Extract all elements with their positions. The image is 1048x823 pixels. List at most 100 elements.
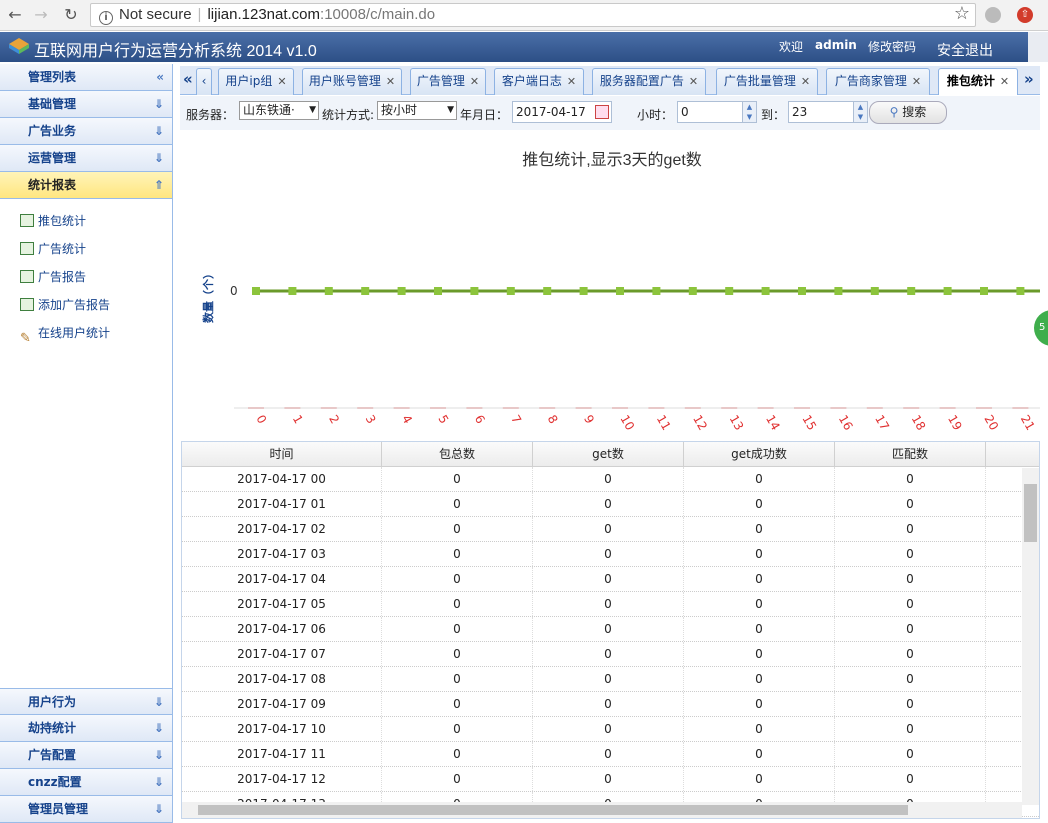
data-point[interactable] (652, 287, 661, 295)
tab-ad-merchant[interactable]: 广告商家管理 ✕ (826, 68, 930, 95)
spinner-arrows-icon[interactable]: ▲ ▼ (742, 102, 756, 122)
data-point[interactable] (470, 287, 479, 295)
sidebar-section-reports[interactable]: 统计报表 ⇑ (0, 172, 172, 199)
back-arrow-icon[interactable]: ← (4, 4, 26, 26)
data-point[interactable] (980, 287, 988, 295)
column-header[interactable]: 包总数 (382, 442, 533, 466)
sidebar: 管理列表 « 基础管理 ⇓ 广告业务 ⇓ 运营管理 ⇓ 统计报表 ⇑ 推包统计 广告统计 … (0, 64, 173, 823)
tab-scroll-right-icon[interactable]: » (1024, 70, 1034, 88)
data-point[interactable] (1016, 287, 1025, 295)
tab-ad-batch[interactable]: 广告批量管理 ✕ (716, 68, 818, 95)
sidebar-section-ad-config[interactable]: 广告配置 ⇓ (0, 742, 172, 769)
sidebar-section-basic[interactable]: 基础管理 ⇓ (0, 91, 172, 118)
close-icon[interactable]: ✕ (470, 75, 479, 88)
tab-truncated[interactable]: ‹ (196, 68, 212, 95)
data-point[interactable] (252, 287, 260, 295)
data-point[interactable] (324, 287, 333, 295)
vertical-scroll-thumb[interactable] (1024, 484, 1037, 542)
data-point[interactable] (943, 287, 952, 295)
tab-client-log[interactable]: 客户端日志 ✕ (494, 68, 584, 95)
table-row[interactable]: 2017-04-17 04 0 0 0 0 (182, 567, 1039, 592)
extension-icon[interactable] (985, 7, 1001, 23)
table-row[interactable]: 2017-04-17 12 0 0 0 0 (182, 767, 1039, 792)
bookmark-star-icon[interactable]: ☆ (954, 3, 970, 24)
forward-arrow-icon[interactable]: → (30, 4, 52, 26)
change-password-link[interactable]: 修改密码 (868, 38, 916, 55)
sidebar-section-cnzz-config[interactable]: cnzz配置 ⇓ (0, 769, 172, 796)
data-point[interactable] (361, 287, 370, 295)
sidebar-section-admin[interactable]: 管理员管理 ⇓ (0, 796, 172, 823)
table-row[interactable]: 2017-04-17 05 0 0 0 0 (182, 592, 1039, 617)
address-bar[interactable]: i Not secure | lijian.123nat.com:10008/c/ma… (90, 3, 976, 27)
table-row[interactable]: 2017-04-17 06 0 0 0 0 (182, 617, 1039, 642)
vertical-scrollbar[interactable] (1022, 468, 1039, 805)
method-select[interactable]: 按小时 ▼ (377, 101, 457, 120)
extension-upload-icon[interactable]: ⇧ (1017, 7, 1033, 23)
close-icon[interactable]: ✕ (567, 75, 576, 88)
sidebar-item-add-ad-report[interactable]: 添加广告报告 (0, 291, 172, 319)
data-point[interactable] (616, 287, 624, 295)
sidebar-item-ad-report[interactable]: 广告报告 (0, 263, 172, 291)
table-row[interactable]: 2017-04-17 03 0 0 0 0 (182, 542, 1039, 567)
tab-server-ad-config[interactable]: 服务器配置广告 ✕ (592, 68, 706, 95)
reload-icon[interactable]: ↻ (60, 4, 82, 26)
data-point[interactable] (288, 287, 297, 295)
sidebar-section-user-behavior[interactable]: 用户行为 ⇓ (0, 688, 172, 715)
horizontal-scroll-thumb[interactable] (198, 805, 908, 815)
table-row[interactable]: 2017-04-17 01 0 0 0 0 (182, 492, 1039, 517)
close-icon[interactable]: ✕ (912, 75, 921, 88)
table-row[interactable]: 2017-04-17 00 0 0 0 0 (182, 467, 1039, 492)
data-point[interactable] (870, 287, 879, 295)
data-point[interactable] (688, 287, 697, 295)
tab-user-ip-group[interactable]: 用户ip组 ✕ (218, 68, 294, 95)
table-row[interactable]: 2017-04-17 09 0 0 0 0 (182, 692, 1039, 717)
sidebar-section-operations[interactable]: 运营管理 ⇓ (0, 145, 172, 172)
table-row[interactable]: 2017-04-17 10 0 0 0 0 (182, 717, 1039, 742)
sidebar-item-ad-stats[interactable]: 广告统计 (0, 235, 172, 263)
table-cell: 2017-04-17 04 (182, 567, 382, 591)
close-icon[interactable]: ✕ (801, 75, 810, 88)
server-select[interactable]: 山东铁通· ▼ (239, 101, 319, 120)
hour-to-spinner[interactable]: 23 ▲ ▼ (788, 101, 868, 123)
data-point[interactable] (907, 287, 916, 295)
close-icon[interactable]: ✕ (689, 75, 698, 88)
data-point[interactable] (543, 287, 552, 295)
info-icon[interactable]: i (99, 11, 113, 25)
double-chevron-left-icon[interactable]: « (156, 64, 164, 90)
data-point[interactable] (579, 287, 588, 295)
table-row[interactable]: 2017-04-17 11 0 0 0 0 (182, 742, 1039, 767)
horizontal-scrollbar[interactable] (182, 802, 1022, 818)
data-point[interactable] (761, 287, 770, 295)
hour-from-spinner[interactable]: 0 ▲ ▼ (677, 101, 757, 123)
sidebar-item-push-stats[interactable]: 推包统计 (0, 207, 172, 235)
calendar-icon[interactable] (595, 105, 609, 119)
search-button[interactable]: ⚲ 搜索 (869, 101, 947, 124)
column-header[interactable]: 时间 (182, 442, 382, 466)
table-row[interactable]: 2017-04-17 07 0 0 0 0 (182, 642, 1039, 667)
column-header[interactable]: get成功数 (684, 442, 835, 466)
table-row[interactable]: 2017-04-17 08 0 0 0 0 (182, 667, 1039, 692)
tab-push-stats[interactable]: 推包统计 ✕ (938, 68, 1018, 95)
close-icon[interactable]: ✕ (1000, 75, 1009, 88)
tab-ad-management[interactable]: 广告管理 ✕ (410, 68, 486, 95)
tab-scroll-left-icon[interactable]: « (183, 70, 193, 88)
data-point[interactable] (725, 287, 734, 295)
column-header[interactable]: 匹配数 (835, 442, 986, 466)
data-point[interactable] (397, 287, 406, 295)
table-row[interactable]: 2017-04-17 02 0 0 0 0 (182, 517, 1039, 542)
data-point[interactable] (434, 287, 442, 295)
tab-user-account[interactable]: 用户账号管理 ✕ (302, 68, 402, 95)
column-header[interactable]: get数 (533, 442, 684, 466)
sidebar-section-hijack-stats[interactable]: 劫持统计 ⇓ (0, 715, 172, 742)
sidebar-item-online-users[interactable]: ✎ 在线用户统计 (0, 319, 172, 347)
logout-link[interactable]: 安全退出 (937, 40, 993, 60)
data-point[interactable] (506, 287, 515, 295)
data-point[interactable] (834, 287, 843, 295)
close-icon[interactable]: ✕ (386, 75, 395, 88)
sidebar-section-ad-business[interactable]: 广告业务 ⇓ (0, 118, 172, 145)
sidebar-header-management[interactable]: 管理列表 « (0, 64, 172, 91)
date-input[interactable]: 2017-04-17 (512, 101, 612, 123)
close-icon[interactable]: ✕ (277, 75, 286, 88)
spinner-arrows-icon[interactable]: ▲ ▼ (853, 102, 867, 122)
data-point[interactable] (798, 287, 806, 295)
